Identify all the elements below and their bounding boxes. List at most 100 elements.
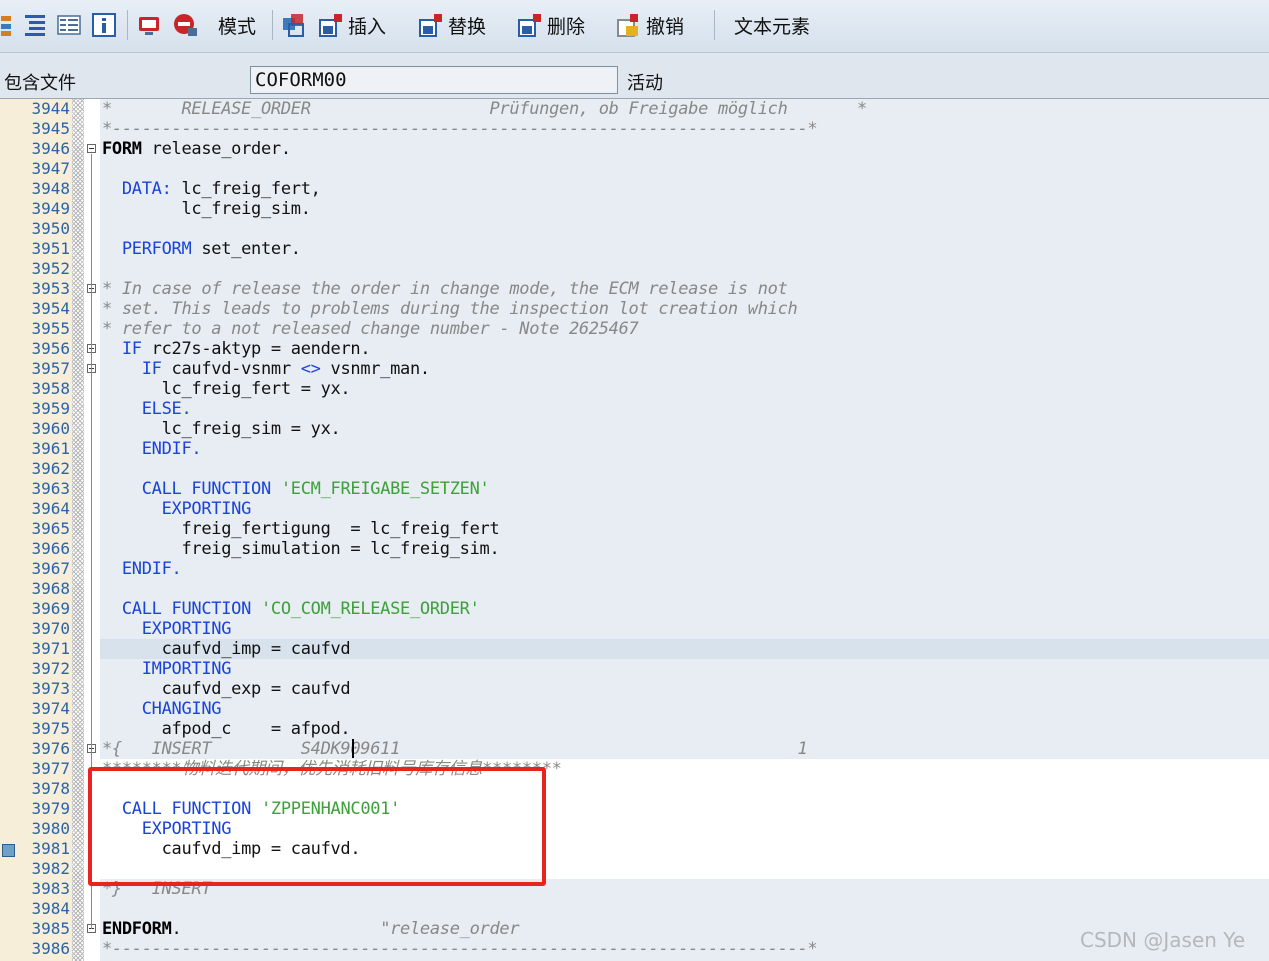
code-line[interactable]: IF caufvd-vsnmr <> vsnmr_man. [102, 359, 430, 379]
code-line[interactable]: * RELEASE_ORDER Prüfungen, ob Freigabe m… [102, 99, 867, 119]
include-program-field[interactable]: COFORM00 [250, 66, 618, 94]
include-status: 活动 [627, 73, 663, 94]
abap-code-editor[interactable]: 3944 * RELEASE_ORDER Prüfungen, ob Freiga… [0, 99, 1269, 961]
code-token: freig_fertigung = lc_freig_fert [102, 519, 500, 539]
line-number: 3966 [31, 539, 70, 558]
line-number: 3975 [31, 719, 70, 738]
code-token: caufvd_exp = caufvd [102, 679, 351, 699]
code-line[interactable]: *---------------------------------------… [102, 939, 818, 959]
code-line[interactable]: freig_fertigung = lc_freig_fert [102, 519, 499, 539]
code-line[interactable]: IF rc27s-aktyp = aendern. [102, 339, 371, 359]
indent-icon[interactable] [22, 8, 48, 42]
code-line[interactable]: afpod_c = afpod. [102, 719, 351, 739]
insert-label: 插入 [348, 15, 387, 38]
include-info-bar: 包含文件 COFORM00 活动 [0, 53, 1269, 99]
application-toolbar: 模式 插入 替换 删除 撤销 文本元素 [0, 0, 1269, 53]
code-line[interactable]: CALL FUNCTION 'ECM_FREIGABE_SETZEN' [102, 479, 490, 499]
screen-painter-icon[interactable] [136, 8, 162, 42]
line-number: 3979 [31, 799, 70, 818]
code-line[interactable]: * refer to a not released change number … [102, 319, 639, 339]
code-line[interactable]: * In case of release the order in change… [102, 279, 788, 299]
code-line[interactable]: DATA: lc_freig_fert, [102, 179, 321, 199]
line-number: 3957 [31, 359, 70, 378]
code-token: . [171, 919, 381, 939]
line-number: 3971 [31, 639, 70, 658]
line-number: 3984 [31, 899, 70, 918]
code-token: * In case of release the order in change… [102, 279, 788, 299]
mode-button[interactable]: 模式 [214, 8, 256, 42]
line-number: 3947 [31, 159, 70, 178]
code-line[interactable]: *{ INSERT S4DK909611 1 [102, 739, 808, 759]
line-number: 3946 [31, 139, 70, 158]
code-line[interactable]: lc_freig_sim = yx. [102, 419, 341, 439]
replace-label: 替换 [448, 15, 487, 38]
code-line[interactable]: EXPORTING [102, 619, 232, 639]
code-token: * refer to a not released change number … [102, 319, 639, 339]
include-label: 包含文件 [4, 73, 76, 94]
hierarchy-icon[interactable] [0, 8, 20, 42]
code-token: IF [102, 359, 162, 379]
fold-guide-line [91, 374, 92, 449]
insert-button[interactable]: 插入 [318, 8, 386, 42]
code-line[interactable]: FORM release_order. [102, 139, 291, 159]
code-token: ELSE. [102, 399, 192, 419]
line-number: 3965 [31, 519, 70, 538]
pattern-icon[interactable] [281, 8, 307, 42]
code-token: ENDFORM [102, 919, 172, 939]
code-line[interactable]: lc_freig_sim. [102, 199, 310, 219]
line-number: 3981 [31, 839, 70, 858]
info-icon[interactable] [91, 8, 117, 42]
code-token: <> [300, 359, 321, 379]
code-line[interactable]: ENDIF. [102, 439, 202, 459]
code-line[interactable]: EXPORTING [102, 499, 252, 519]
code-line[interactable]: freig_simulation = lc_freig_sim. [102, 539, 499, 559]
stop-debug-icon[interactable] [172, 8, 198, 42]
code-token: vsnmr_man. [320, 359, 431, 379]
delete-button[interactable]: 删除 [517, 8, 585, 42]
code-line[interactable]: caufvd_exp = caufvd [102, 679, 351, 699]
code-line[interactable]: ENDIF. [102, 559, 182, 579]
code-line[interactable]: CHANGING [102, 699, 222, 719]
code-line[interactable]: ELSE. [102, 399, 192, 419]
code-token: PERFORM [102, 239, 192, 259]
code-token: CHANGING [102, 699, 222, 719]
code-line[interactable]: lc_freig_fert = yx. [102, 379, 351, 399]
code-token: IMPORTING [102, 659, 232, 679]
display-list-icon[interactable] [56, 8, 82, 42]
text-element-label: 文本元素 [734, 15, 811, 38]
code-line[interactable]: * set. This leads to problems during the… [102, 299, 798, 319]
line-number: 3953 [31, 279, 70, 298]
undo-button[interactable]: 撤销 [616, 8, 684, 42]
code-token: IF [102, 339, 142, 359]
code-token: * set. This leads to problems during the… [102, 299, 798, 319]
line-number: 3963 [31, 479, 70, 498]
line-number: 3968 [31, 579, 70, 598]
text-element-button[interactable]: 文本元素 [730, 8, 810, 42]
code-line[interactable]: caufvd_imp = caufvd [102, 639, 351, 659]
line-number: 3962 [31, 459, 70, 478]
change-marker-column [72, 99, 84, 961]
toolbar-separator [714, 10, 715, 40]
line-number: 3964 [31, 499, 70, 518]
line-number: 3983 [31, 879, 70, 898]
replace-button[interactable]: 替换 [418, 8, 486, 42]
code-token: *{ INSERT S4DK909611 1 [102, 739, 808, 759]
line-number: 3948 [31, 179, 70, 198]
bookmark-icon[interactable] [2, 844, 15, 857]
line-number: 3952 [31, 259, 70, 278]
code-line[interactable]: CALL FUNCTION 'CO_COM_RELEASE_ORDER' [102, 599, 480, 619]
line-number: 3985 [31, 919, 70, 938]
line-number: 3986 [31, 939, 70, 958]
line-number: 3982 [31, 859, 70, 878]
code-line[interactable]: PERFORM set_enter. [102, 239, 301, 259]
fold-toggle-icon[interactable] [87, 144, 96, 153]
text-cursor [352, 739, 354, 758]
code-token: lc_freig_fert, [171, 179, 321, 199]
code-token: caufvd_imp = caufvd [102, 639, 351, 659]
line-number: 3973 [31, 679, 70, 698]
toolbar-separator [127, 10, 128, 40]
code-line[interactable]: ENDFORM. "release_order [102, 919, 520, 939]
code-token: CALL FUNCTION [102, 599, 252, 619]
code-line[interactable]: IMPORTING [102, 659, 232, 679]
code-line[interactable]: *---------------------------------------… [102, 119, 818, 139]
